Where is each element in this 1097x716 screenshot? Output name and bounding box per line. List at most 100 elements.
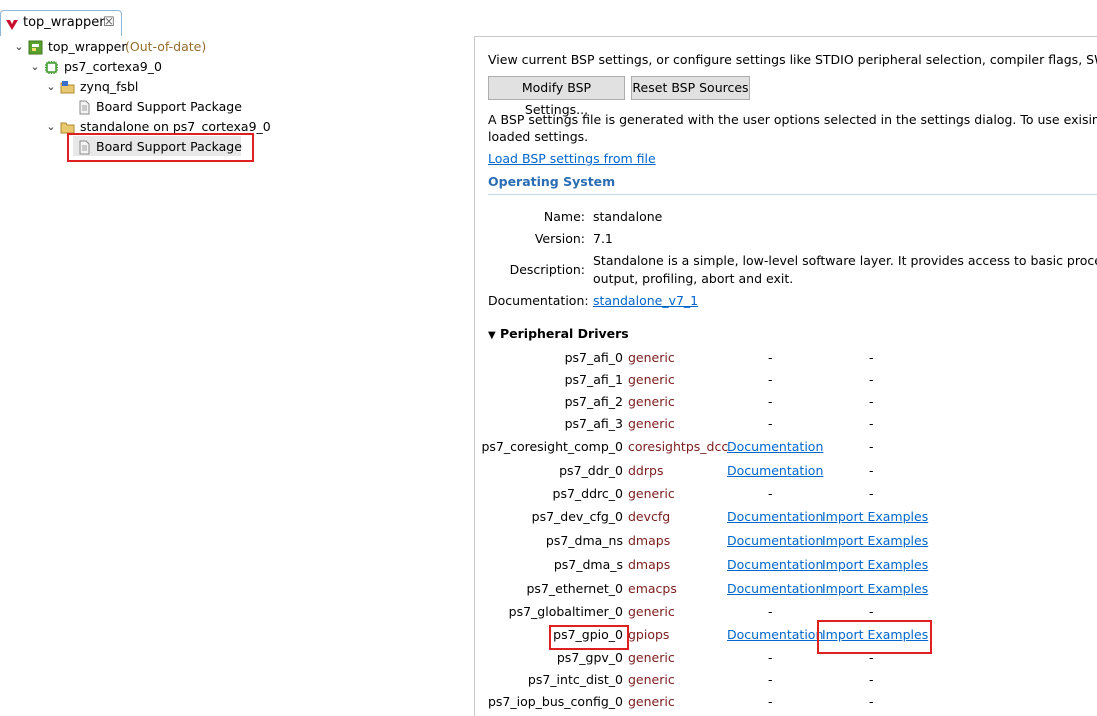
close-icon[interactable]: ☒ [103,15,115,30]
driver-name: generic [628,672,675,687]
documentation-link[interactable]: Documentation [727,554,823,576]
peripheral-name: ps7_afi_0 [564,350,623,365]
table-row: ps7_gpv_0 generic - - [475,647,1097,669]
driver-name: dmaps [628,557,671,572]
peripheral-name: ps7_ddrc_0 [552,486,623,501]
doc-placeholder: - [768,372,773,387]
peripheral-name: ps7_intc_dist_0 [527,672,623,687]
modify-bsp-settings-button[interactable]: Modify BSP Settings... [488,76,625,117]
os-name-value: standalone [593,209,663,224]
os-description-label: Description: [509,262,585,277]
driver-name: dmaps [628,533,671,548]
documentation-link[interactable]: Documentation [727,624,823,646]
reset-bsp-sources-button[interactable]: Reset BSP Sources [631,76,750,100]
driver-name: devcfg [628,509,671,524]
bsp-info-text: A BSP settings file is generated with th… [488,112,1097,127]
highlight-box-gpio [549,625,629,650]
table-row: ps7_ddrc_0 generic - - [475,483,1097,505]
import-examples-link[interactable]: Import Examples [822,578,928,600]
tree-item-label: Board Support Package [96,99,242,114]
document-icon [79,100,90,115]
chevron-down-icon[interactable]: ⌄ [29,57,41,77]
table-row: ps7_globaltimer_0 generic - - [475,601,1097,623]
project-folder-icon [60,81,75,94]
chevron-down-icon[interactable]: ⌄ [45,117,57,137]
doc-placeholder: - [768,350,773,365]
tree-item-label: zynq_fsbl [80,79,139,94]
editor-tab-bar: top_wrapper ☒ [0,0,1097,37]
bsp-intro-text: View current BSP settings, or configure … [488,52,1097,67]
documentation-link[interactable]: Documentation [727,506,823,528]
table-row: ps7_ethernet_0 emacps Documentation Import … [475,578,1097,600]
examples-placeholder: - [869,463,874,478]
highlight-box-bsp [67,133,254,162]
tree-item-label: ps7_cortexa9_0 [64,59,162,74]
examples-placeholder: - [869,486,874,501]
peripheral-name: ps7_afi_3 [564,416,623,431]
chevron-down-icon[interactable]: ⌄ [13,37,25,57]
driver-name: generic [628,694,675,709]
out-of-date-status: (Out-of-date) [125,39,207,54]
load-bsp-settings-link[interactable]: Load BSP settings from file [488,151,656,166]
tab-title: top_wrapper [23,15,105,30]
import-examples-link[interactable]: Import Examples [822,554,928,576]
examples-placeholder: - [869,350,874,365]
bsp-overview-panel: View current BSP settings, or configure … [475,36,1097,716]
examples-placeholder: - [869,372,874,387]
peripheral-name: ps7_dev_cfg_0 [531,509,623,524]
table-row: ps7_ddr_0 ddrps Documentation - [475,460,1097,482]
chevron-down-icon[interactable]: ⌄ [45,77,57,97]
doc-placeholder: - [768,650,773,665]
table-row: ps7_intc_dist_0 generic - - [475,669,1097,691]
peripheral-name: ps7_ethernet_0 [526,581,624,596]
examples-placeholder: - [869,394,874,409]
driver-name: generic [628,372,675,387]
peripheral-name: ps7_coresight_comp_0 [481,439,623,454]
documentation-link[interactable]: Documentation [727,436,823,458]
doc-placeholder: - [768,604,773,619]
table-row: ps7_afi_0 generic - - [475,347,1097,369]
driver-name: generic [628,604,675,619]
driver-name: generic [628,650,675,665]
tab-top-wrapper[interactable]: top_wrapper ☒ [0,10,122,36]
peripheral-name: ps7_dma_s [553,557,623,572]
bsp-info-text-2: loaded settings. [488,129,589,144]
section-divider [488,194,1097,195]
table-row: ps7_afi_3 generic - - [475,413,1097,435]
peripheral-name: ps7_dma_ns [545,533,623,548]
os-description-value: Standalone is a simple, low-level softwa… [593,253,1097,268]
peripheral-name: ps7_gpv_0 [556,650,623,665]
doc-placeholder: - [768,416,773,431]
os-name-label: Name: [543,209,585,224]
os-documentation-label: Documentation: [488,293,589,308]
project-tree: ⌄ top_wrapper (Out-of-date) ⌄ ps7_cortex… [0,36,475,716]
triangle-down-icon[interactable]: ▼ [488,330,500,341]
table-row: ps7_coresight_comp_0 coresightps_dcc Docum… [475,436,1097,458]
doc-placeholder: - [768,394,773,409]
examples-placeholder: - [869,672,874,687]
doc-placeholder: - [768,672,773,687]
examples-placeholder: - [869,439,874,454]
driver-name: gpiops [628,627,670,642]
driver-name: coresightps_dcc [628,439,729,454]
documentation-link[interactable]: Documentation [727,460,823,482]
peripheral-drivers-header[interactable]: ▼ Peripheral Drivers [488,326,629,341]
documentation-link[interactable]: Documentation [727,578,823,600]
os-description-value-2: output, profiling, abort and exit. [593,271,794,286]
standalone-documentation-link[interactable]: standalone_v7_1 [593,293,698,308]
table-row: ps7_iop_bus_config_0 generic - - [475,691,1097,713]
driver-name: generic [628,486,675,501]
table-row: ps7_afi_1 generic - - [475,369,1097,391]
documentation-link[interactable]: Documentation [727,530,823,552]
table-row: ps7_dev_cfg_0 devcfg Documentation Import E… [475,506,1097,528]
import-examples-link[interactable]: Import Examples [822,530,928,552]
peripheral-name: ps7_iop_bus_config_0 [487,694,623,709]
driver-name: ddrps [628,463,664,478]
tree-item-label: top_wrapper [48,39,127,54]
import-examples-link[interactable]: Import Examples [822,506,928,528]
processor-chip-icon [45,61,58,74]
peripheral-name: ps7_afi_2 [564,394,623,409]
driver-name: generic [628,394,675,409]
peripheral-name: ps7_afi_1 [564,372,623,387]
examples-placeholder: - [869,416,874,431]
